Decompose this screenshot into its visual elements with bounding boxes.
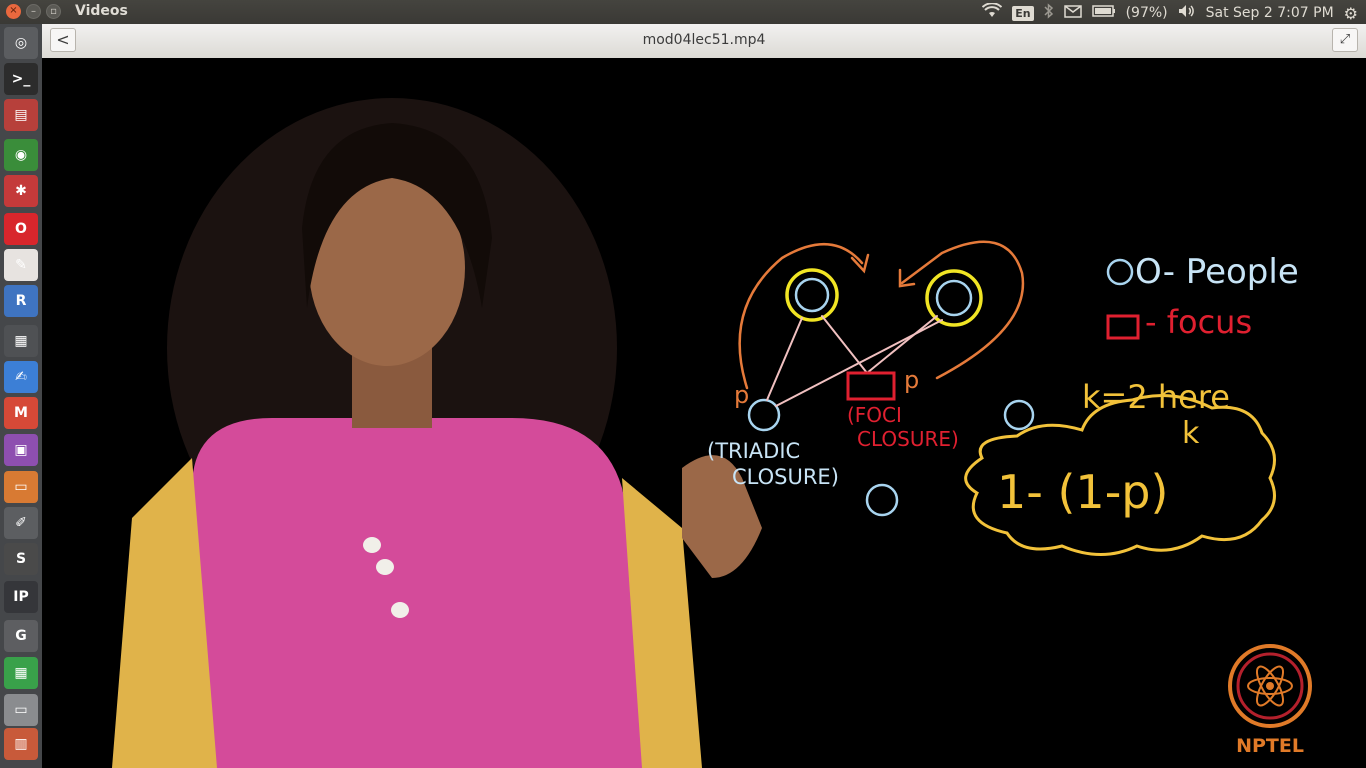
ipython-icon[interactable]: IP xyxy=(4,581,38,613)
extra-app-icon[interactable]: ▥ xyxy=(4,728,38,760)
presenter-figure xyxy=(112,98,762,768)
writer-icon[interactable]: ✍ xyxy=(4,361,38,393)
calc-icon[interactable]: ▦ xyxy=(4,657,38,689)
formula-text: 1- (1-p) xyxy=(997,465,1168,519)
terminal-icon[interactable]: >_ xyxy=(4,63,38,95)
volume-icon[interactable] xyxy=(1178,4,1196,22)
legend-focus-text: - focus xyxy=(1145,303,1252,341)
document-viewer-icon[interactable]: ✎ xyxy=(4,249,38,281)
maximize-window-button[interactable]: ▫ xyxy=(46,4,61,19)
drive-icon[interactable]: ▭ xyxy=(4,694,38,726)
video-file-title: mod04lec51.mp4 xyxy=(642,32,766,48)
nptel-logo-text: NPTEL xyxy=(1236,735,1304,757)
dash-home-icon[interactable]: ◎ xyxy=(4,27,38,59)
bluetooth-icon[interactable] xyxy=(1044,3,1054,23)
settings-app-icon[interactable]: ✱ xyxy=(4,175,38,207)
keyboard-layout-indicator[interactable]: En xyxy=(1012,5,1034,21)
video-frame[interactable]: O- People - focus k=2 here 1- (1-p) k (T… xyxy=(42,58,1366,768)
battery-icon[interactable] xyxy=(1091,5,1116,21)
gephi-icon[interactable]: G xyxy=(4,620,38,652)
video-content: O- People - focus k=2 here 1- (1-p) k (T… xyxy=(112,98,1312,768)
foci-label: (FOCI xyxy=(847,403,902,427)
p-left-label: p xyxy=(734,381,749,409)
impress-icon[interactable]: ▭ xyxy=(4,471,38,503)
app-title: Videos xyxy=(75,3,128,19)
nptel-logo xyxy=(1228,644,1312,728)
formula-exponent: k xyxy=(1182,416,1200,451)
minimize-window-button[interactable]: – xyxy=(26,4,41,19)
legend-people-text: O- People xyxy=(1135,252,1299,292)
opera-icon[interactable]: O xyxy=(4,213,38,245)
foci-label-line2: CLOSURE) xyxy=(857,427,959,451)
triadic-label: (TRIADIC xyxy=(707,439,800,463)
close-window-button[interactable]: × xyxy=(6,4,21,19)
chrome-icon[interactable]: ◉ xyxy=(4,139,38,171)
text-editor-icon[interactable]: ✐ xyxy=(4,507,38,539)
mail-icon[interactable] xyxy=(1063,4,1082,22)
screen-recorder-icon[interactable]: ▣ xyxy=(4,434,38,466)
indicator-area: En (97%) Sat Sep 2 7:07 PM ⚙ xyxy=(982,2,1358,23)
triadic-label-line2: CLOSURE) xyxy=(732,465,839,489)
launcher-sidebar: ◎ >_ ▤ ◉ ✱ O ✎ R ▦ ✍ M ▣ ▭ ✐ S IP G ▦ ▭ ▥ xyxy=(0,24,43,768)
k-note-text: k=2 here xyxy=(1082,378,1230,416)
r-studio-icon[interactable]: R xyxy=(4,285,38,317)
fullscreen-button[interactable]: ⤢ xyxy=(1332,28,1358,52)
wifi-icon[interactable] xyxy=(982,2,1003,23)
clock[interactable]: Sat Sep 2 7:07 PM xyxy=(1206,5,1334,21)
sublime-icon[interactable]: S xyxy=(4,543,38,575)
p-right-label: p xyxy=(904,366,919,394)
video-editor-icon[interactable]: ▦ xyxy=(4,325,38,357)
gear-icon[interactable]: ⚙ xyxy=(1344,4,1358,23)
battery-percentage: (97%) xyxy=(1125,5,1168,21)
archive-icon[interactable]: ▤ xyxy=(4,99,38,131)
window-controls: × – ▫ xyxy=(6,4,61,19)
video-player-titlebar: < mod04lec51.mp4 ⤢ xyxy=(42,24,1366,59)
gmail-icon[interactable]: M xyxy=(4,397,38,429)
system-top-bar: × – ▫ Videos En (97%) Sat Sep 2 7:07 PM … xyxy=(0,0,1366,24)
